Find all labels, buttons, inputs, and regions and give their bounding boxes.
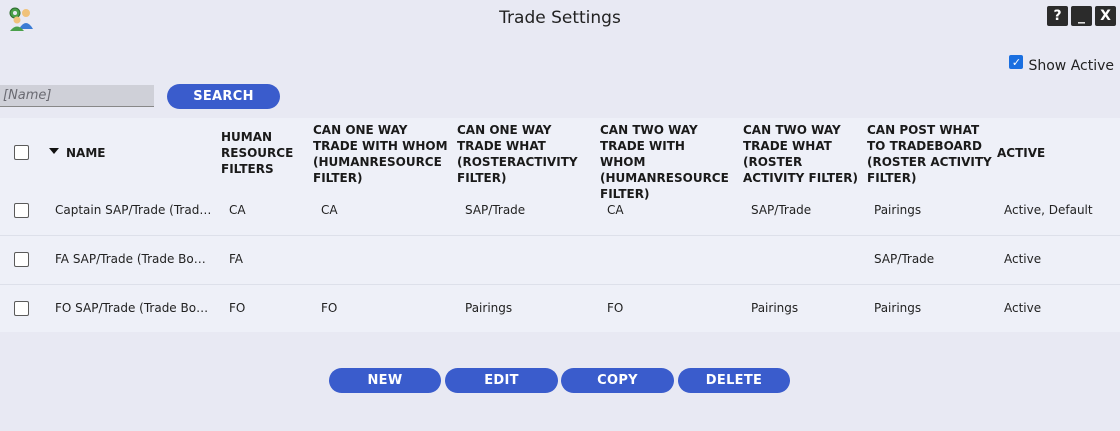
table-row[interactable]: FO SAP/Trade (Trade Boar... FO FO Pairin…	[0, 285, 1120, 334]
row-checkbox[interactable]	[14, 301, 29, 316]
search-button[interactable]: SEARCH	[167, 84, 280, 109]
new-button[interactable]: NEW	[329, 368, 441, 393]
cell-tradeboard: Pairings	[874, 203, 922, 217]
cell-active: Active	[1004, 252, 1042, 266]
sort-desc-icon[interactable]	[49, 148, 59, 154]
cell-name: Captain SAP/Trade (Trade...	[55, 203, 213, 217]
cell-one-way-what: SAP/Trade	[465, 203, 526, 217]
column-header-tradeboard[interactable]: CAN POST WHAT TO TRADEBOARD (ROSTER ACTI…	[867, 122, 995, 186]
delete-button[interactable]: DELETE	[678, 368, 790, 393]
column-header-name[interactable]: NAME	[66, 145, 105, 161]
cell-two-way-what: SAP/Trade	[751, 203, 812, 217]
trade-settings-table: NAME HUMAN RESOURCE FILTERS CAN ONE WAY …	[0, 118, 1120, 332]
column-header-hr-filters[interactable]: HUMAN RESOURCE FILTERS	[221, 129, 306, 177]
column-header-active[interactable]: ACTIVE	[997, 145, 1045, 161]
row-checkbox[interactable]	[14, 252, 29, 267]
column-header-two-way-what[interactable]: CAN TWO WAY TRADE WHAT (ROSTER ACTIVITY …	[743, 122, 866, 186]
column-header-one-way-what[interactable]: CAN ONE WAY TRADE WHAT (ROSTERACTIVITY F…	[457, 122, 599, 186]
copy-button[interactable]: COPY	[561, 368, 674, 393]
cell-name: FO SAP/Trade (Trade Boar...	[55, 301, 213, 315]
show-active-label: Show Active	[1028, 58, 1114, 74]
help-icon[interactable]: ?	[1047, 6, 1068, 26]
edit-button[interactable]: EDIT	[445, 368, 558, 393]
cell-tradeboard: Pairings	[874, 301, 922, 315]
window-title: Trade Settings	[499, 8, 621, 28]
cell-hr-filter: FO	[229, 301, 246, 315]
cell-two-way-whom: CA	[607, 203, 624, 217]
table-row[interactable]: Captain SAP/Trade (Trade... CA CA SAP/Tr…	[0, 187, 1120, 236]
cell-hr-filter: CA	[229, 203, 246, 217]
cell-one-way-what: Pairings	[465, 301, 513, 315]
cell-two-way-whom: FO	[607, 301, 624, 315]
cell-two-way-what: Pairings	[751, 301, 799, 315]
cell-tradeboard: SAP/Trade	[874, 252, 935, 266]
column-header-one-way-whom[interactable]: CAN ONE WAY TRADE WITH WHOM (HUMANRESOUR…	[313, 122, 453, 186]
row-checkbox[interactable]	[14, 203, 29, 218]
table-row[interactable]: FA SAP/Trade (Trade Boar... FA SAP/Trade…	[0, 236, 1120, 285]
cell-active: Active	[1004, 301, 1042, 315]
cell-one-way-whom: CA	[321, 203, 338, 217]
show-active-toggle[interactable]: ✓ Show Active	[1009, 55, 1114, 74]
show-active-checkbox[interactable]: ✓	[1009, 55, 1024, 69]
window-controls: ? _ X	[1047, 6, 1116, 26]
cell-name: FA SAP/Trade (Trade Boar...	[55, 252, 213, 266]
minimize-icon[interactable]: _	[1071, 6, 1092, 26]
cell-active: Active, Default	[1004, 203, 1093, 217]
cell-one-way-whom: FO	[321, 301, 338, 315]
table-header: NAME HUMAN RESOURCE FILTERS CAN ONE WAY …	[0, 118, 1120, 201]
close-icon[interactable]: X	[1095, 6, 1116, 26]
select-all-checkbox[interactable]	[14, 145, 29, 160]
cell-hr-filter: FA	[229, 252, 244, 266]
search-input[interactable]	[0, 85, 154, 107]
